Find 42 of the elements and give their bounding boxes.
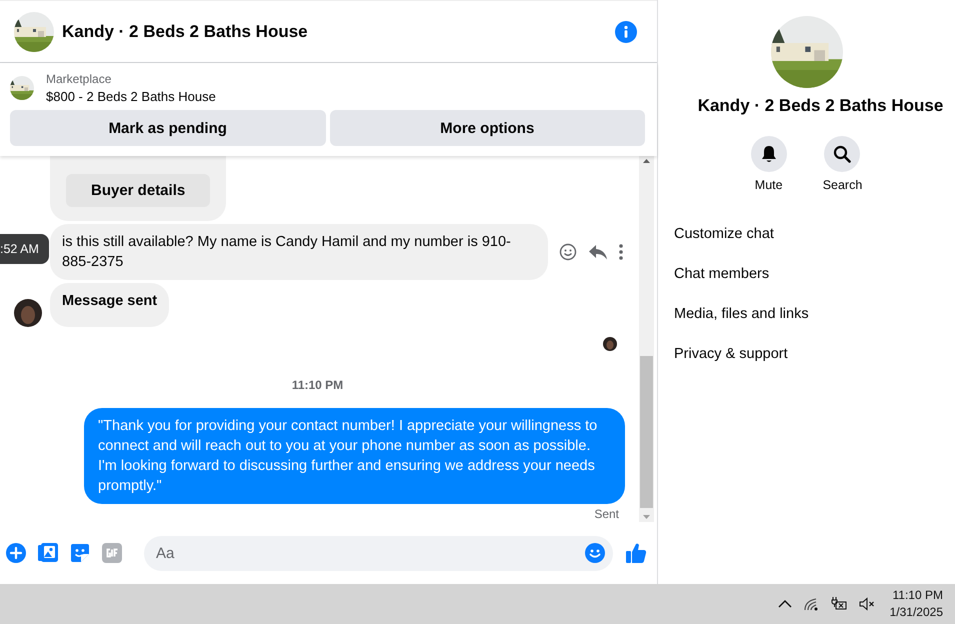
info-icon[interactable]	[615, 20, 637, 42]
avatar	[14, 299, 42, 327]
mute-button[interactable]	[750, 136, 787, 172]
emoji-icon[interactable]	[585, 543, 605, 563]
seen-avatar	[603, 337, 617, 351]
message-bubble: is this still available? My name is Candy Hamil and my number is 910-885-2375	[50, 224, 548, 280]
message-bubble: Message sent	[50, 283, 170, 327]
action-label: Search	[822, 178, 862, 192]
search-button[interactable]	[824, 136, 860, 172]
plus-icon[interactable]	[6, 543, 26, 563]
sticker-icon[interactable]	[70, 543, 90, 563]
battery-icon[interactable]	[830, 597, 848, 611]
listing-action-button[interactable]: Mark as pending	[10, 110, 326, 146]
scrollbar[interactable]	[639, 156, 654, 522]
muted-speaker-icon[interactable]	[858, 597, 875, 611]
bell-icon	[760, 145, 778, 163]
menu-item[interactable]: Chat members	[674, 254, 955, 294]
menu-item[interactable]: Media, files and links	[674, 294, 955, 334]
reply-icon[interactable]	[589, 244, 607, 260]
listing-title: $800 - 2 Beds 2 Baths House	[46, 89, 216, 104]
listing-action-button[interactable]: More options	[330, 110, 645, 146]
more-icon[interactable]	[619, 244, 623, 260]
smiley-icon[interactable]	[559, 243, 577, 261]
buyer-details-button[interactable]: Buyer details	[66, 174, 210, 207]
clock-date: 1/31/2025	[890, 604, 943, 621]
wifi-icon[interactable]	[802, 597, 819, 611]
action-label: Mute	[754, 178, 783, 192]
time-tooltip: :52 AM	[0, 234, 49, 264]
delivery-status: Sent	[594, 507, 619, 521]
menu-item[interactable]: Customize chat	[674, 214, 955, 254]
thumbs-up-icon[interactable]	[625, 542, 647, 564]
chat-title: Kandy · 2 Beds 2 Baths House	[62, 22, 309, 42]
timestamp: 11:10 PM	[292, 378, 344, 392]
image-icon[interactable]	[38, 543, 58, 563]
menu-item[interactable]: Privacy & support	[674, 334, 955, 374]
search-icon	[833, 145, 852, 163]
message-input[interactable]: Aa	[144, 536, 613, 570]
clock-time: 11:10 PM	[892, 587, 943, 604]
chevron-up-icon[interactable]	[778, 599, 792, 609]
chat-name: Kandy · 2 Beds 2 Baths House	[696, 96, 944, 116]
message-bubble: "Thank you for providing your contact number! I appreciate your willingness to connect and will reach out to you at your phone number as soon as possible. I'm looking forward to discussing further and ensuring we address your needs promptly."	[84, 408, 625, 504]
listing-source: Marketplace	[46, 72, 112, 86]
